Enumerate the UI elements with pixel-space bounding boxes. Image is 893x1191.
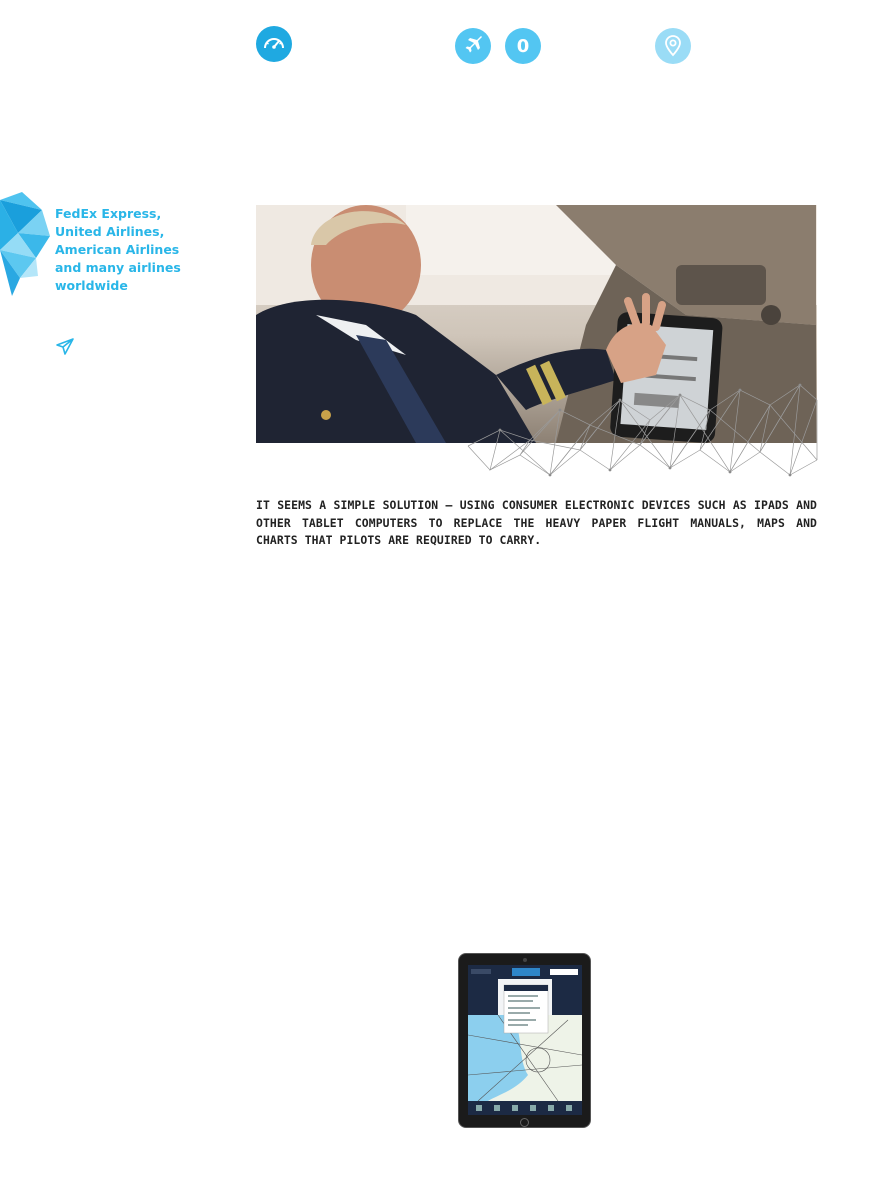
tablet-home-button [520, 1118, 529, 1127]
counter-badge: 0 [505, 28, 541, 64]
location-pin-icon [655, 28, 691, 64]
pull-quote: FedEx Express, United Airlines, American… [55, 206, 181, 293]
tablet-camera [523, 958, 527, 962]
tablet-illustration [458, 953, 591, 1128]
intro-paragraph: IT SEEMS A SIMPLE SOLUTION – USING CONSU… [256, 498, 817, 547]
tablet-screen [468, 965, 582, 1115]
network-decoration [467, 383, 818, 477]
counter-value: 0 [516, 35, 530, 57]
airplane-icon [455, 28, 491, 64]
paper-plane-icon [56, 338, 74, 355]
polygon-decoration [0, 192, 50, 296]
speedometer-icon [256, 26, 292, 62]
